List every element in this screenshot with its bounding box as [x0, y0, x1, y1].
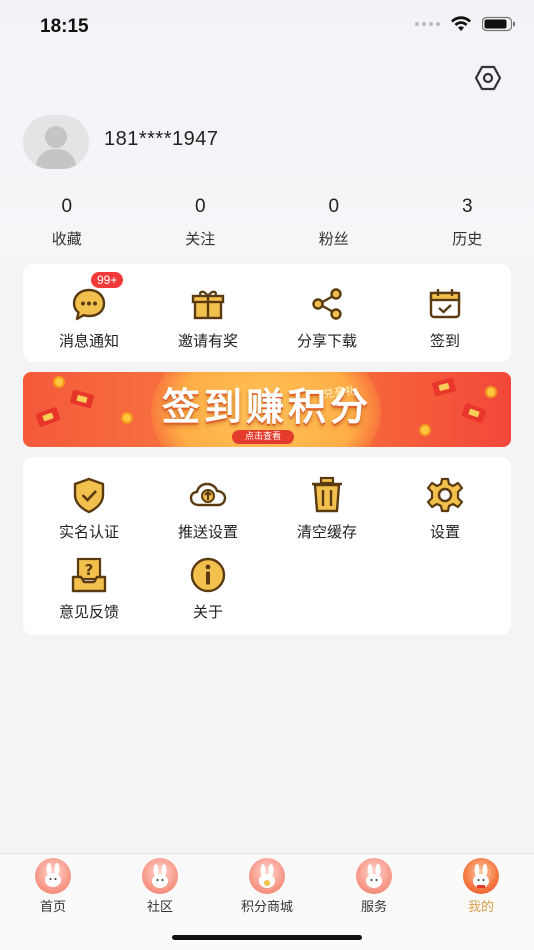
- check-in-button[interactable]: 签到: [384, 284, 506, 351]
- tab-services[interactable]: 服务: [321, 858, 427, 915]
- stat-value: 0: [194, 196, 206, 217]
- invite-reward-button[interactable]: 邀请有奖: [147, 284, 269, 351]
- share-download-button[interactable]: 分享下载: [266, 284, 388, 351]
- tool-label: 实名认证: [58, 523, 119, 541]
- tab-label: 我的: [467, 900, 494, 915]
- stat-value: 0: [61, 196, 73, 217]
- stat-following[interactable]: 0 关注: [134, 196, 268, 256]
- battery-icon: [482, 16, 515, 32]
- stat-value: 0: [328, 196, 340, 217]
- rabbit-mall-icon: [249, 858, 285, 894]
- signal-icon: [415, 22, 440, 26]
- gear-icon: [426, 477, 464, 513]
- settings-button[interactable]: 设置: [384, 475, 506, 542]
- shield-check-icon: [73, 477, 105, 514]
- stats-row: 0 收藏 0 关注 0 粉丝 3 历史: [0, 196, 534, 256]
- clear-cache-button[interactable]: 清空缓存: [266, 475, 388, 542]
- banner-view-button[interactable]: 点击查看: [232, 430, 294, 444]
- action-label: 消息通知: [58, 332, 119, 350]
- tab-home[interactable]: 首页: [0, 858, 106, 915]
- stat-fans[interactable]: 0 粉丝: [267, 196, 401, 256]
- tab-label: 服务: [360, 900, 387, 915]
- tool-label: 意见反馈: [58, 603, 119, 621]
- stat-history[interactable]: 3 历史: [401, 196, 534, 256]
- stat-label: 历史: [452, 230, 483, 248]
- rabbit-mine-icon: [463, 858, 499, 894]
- tools-card: 实名认证 推送设置 清空缓存 设置 ? 意见反馈 关于: [23, 457, 511, 635]
- rabbit-community-icon: [142, 858, 178, 894]
- tool-label: 推送设置: [177, 523, 238, 541]
- stat-label: 收藏: [51, 230, 82, 248]
- rabbit-home-icon: [35, 858, 71, 894]
- settings-hexagon-icon[interactable]: [474, 64, 502, 92]
- tab-label: 社区: [146, 900, 173, 915]
- tab-points-mall[interactable]: 积分商城: [214, 858, 320, 915]
- about-button[interactable]: 关于: [147, 555, 269, 622]
- tool-label: 清空缓存: [296, 523, 357, 541]
- user-phone[interactable]: 181****1947: [104, 128, 219, 151]
- gift-icon: [191, 290, 225, 320]
- tab-label: 首页: [39, 900, 66, 915]
- stat-label: 关注: [185, 230, 216, 248]
- stat-favorites[interactable]: 0 收藏: [0, 196, 134, 256]
- action-label: 签到: [429, 332, 460, 350]
- svg-text:?: ?: [85, 561, 94, 579]
- tab-label: 积分商城: [240, 900, 293, 915]
- action-label: 分享下载: [296, 332, 357, 350]
- banner-title: 签到赚积分: [161, 385, 372, 429]
- status-time: 18:15: [40, 16, 89, 37]
- tool-label: 设置: [429, 523, 460, 541]
- quick-actions-card: 99+ 消息通知 邀请有奖 分享下载 签到: [23, 264, 511, 362]
- message-notification-button[interactable]: 99+ 消息通知: [28, 272, 150, 351]
- calendar-check-icon: [429, 289, 461, 319]
- message-icon: [72, 288, 106, 321]
- action-label: 邀请有奖: [177, 332, 238, 350]
- banner-tag: 兑豪礼: [322, 384, 357, 401]
- home-indicator[interactable]: [172, 935, 362, 940]
- real-name-auth-button[interactable]: 实名认证: [28, 475, 150, 542]
- tab-community[interactable]: 社区: [107, 858, 213, 915]
- feedback-box-icon: ?: [71, 557, 107, 593]
- stat-label: 粉丝: [318, 230, 349, 248]
- avatar[interactable]: [23, 115, 89, 169]
- user-placeholder-icon: [35, 126, 77, 169]
- feedback-button[interactable]: ? 意见反馈: [28, 555, 150, 622]
- share-icon: [312, 288, 342, 320]
- status-icons: [415, 16, 516, 32]
- tool-label: 关于: [192, 603, 223, 621]
- push-settings-button[interactable]: 推送设置: [147, 475, 269, 542]
- trash-icon: [312, 476, 342, 513]
- status-bar: 18:15: [0, 0, 534, 50]
- info-icon: [190, 557, 226, 593]
- cloud-upload-icon: [189, 482, 227, 507]
- wifi-icon: [451, 16, 471, 31]
- check-in-banner[interactable]: 签到赚积分 兑豪礼 点击查看: [23, 372, 511, 447]
- tab-mine[interactable]: 我的: [428, 858, 534, 915]
- rabbit-services-icon: [356, 858, 392, 894]
- unread-badge: 99+: [91, 272, 124, 288]
- stat-value: 3: [461, 196, 473, 217]
